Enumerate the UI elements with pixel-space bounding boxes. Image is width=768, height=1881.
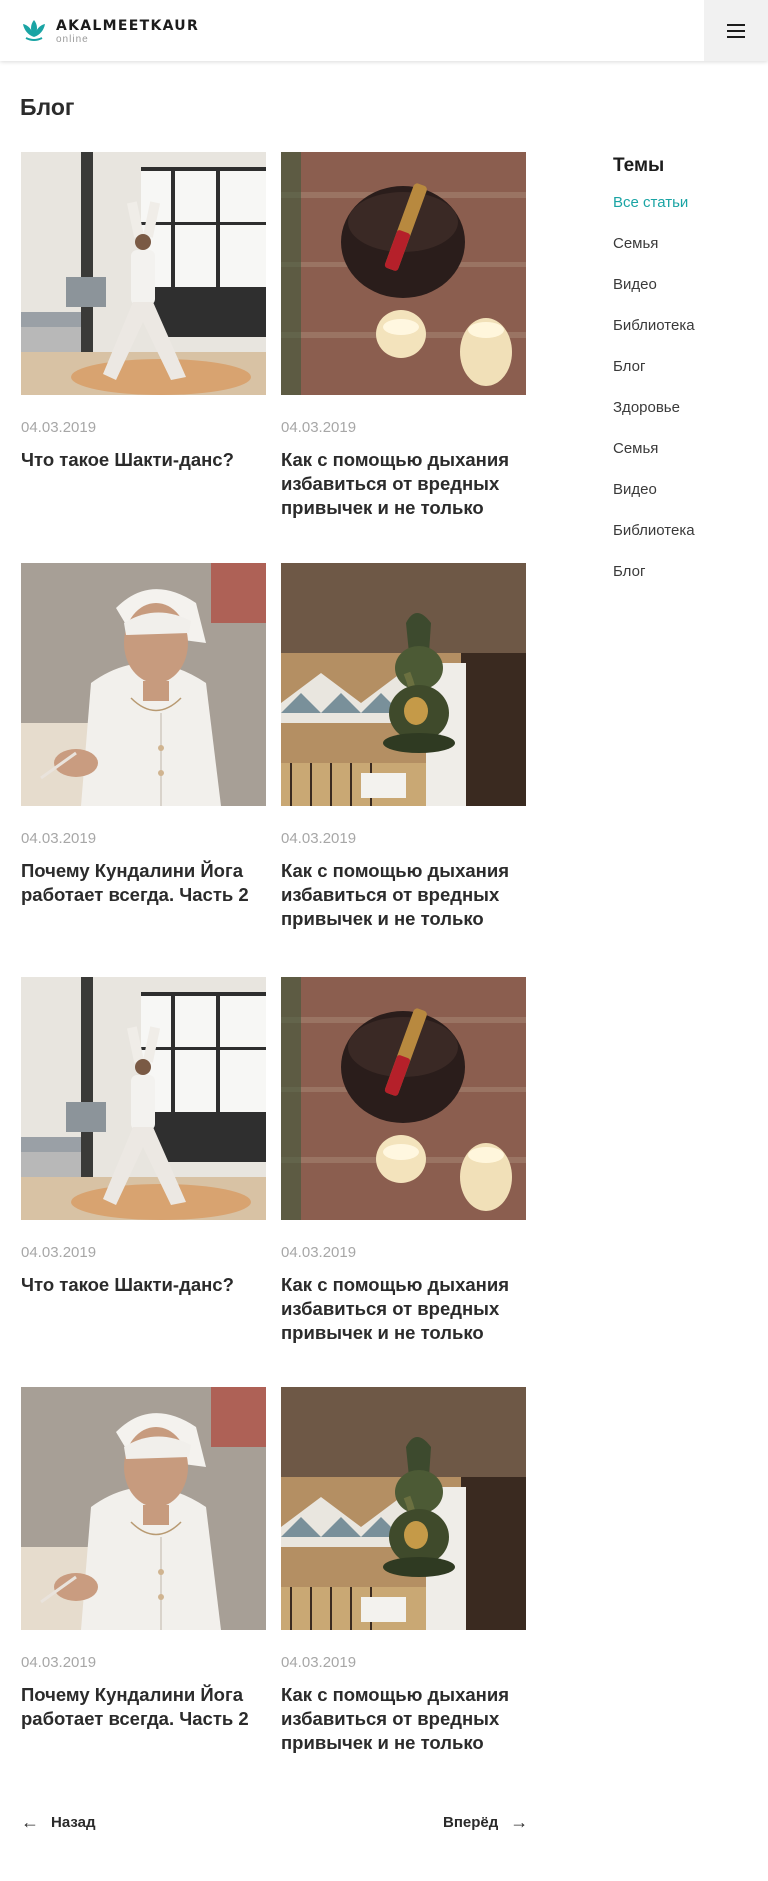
next-page-button[interactable]: Вперёд → (443, 1812, 528, 1833)
brand-logo[interactable]: AKALMEETKAUR online (20, 16, 199, 45)
post-title-link[interactable]: Почему Кундалини Йога работает всегда. Ч… (21, 1683, 266, 1731)
post-date: 04.03.2019 (281, 1654, 357, 1671)
post-card[interactable]: 04.03.2019 Как с помощью дыхания избавит… (281, 563, 526, 931)
prev-page-button[interactable]: ← Назад (21, 1812, 95, 1833)
topic-link-family[interactable]: Семья (613, 440, 753, 481)
menu-button[interactable] (704, 0, 768, 61)
post-card[interactable]: 04.03.2019 Что такое Шакти-данс? (21, 152, 266, 472)
hamburger-icon (727, 23, 745, 39)
post-date: 04.03.2019 (21, 419, 97, 436)
topics-heading: Темы (613, 155, 665, 176)
post-card[interactable]: 04.03.2019 Как с помощью дыхания избавит… (281, 977, 526, 1345)
topic-link-blog[interactable]: Блог (613, 358, 753, 399)
post-title-link[interactable]: Как с помощью дыхания избавиться от вред… (281, 859, 526, 931)
topic-link-health[interactable]: Здоровье (613, 399, 753, 440)
lotus-icon (23, 20, 45, 41)
singing-bowl-candles-photo[interactable] (281, 152, 526, 395)
singing-bowl-candles-photo[interactable] (281, 977, 526, 1220)
topic-link-library[interactable]: Библиотека (613, 317, 753, 358)
post-title-link[interactable]: Как с помощью дыхания избавиться от вред… (281, 1273, 526, 1345)
meditation-woman-photo[interactable] (21, 563, 266, 806)
brand-name: AKALMEETKAUR (56, 18, 200, 34)
site-header: AKALMEETKAUR online (0, 0, 768, 61)
ganesha-statue-photo[interactable] (281, 563, 526, 806)
topic-link-blog[interactable]: Блог (613, 563, 753, 604)
topic-link-all[interactable]: Все статьи (613, 194, 753, 235)
post-card[interactable]: 04.03.2019 Что такое Шакти-данс? (21, 977, 266, 1297)
post-date: 04.03.2019 (21, 1654, 97, 1671)
post-title-link[interactable]: Почему Кундалини Йога работает всегда. Ч… (21, 859, 266, 907)
arrow-right-icon: → (510, 1812, 529, 1832)
topic-link-video[interactable]: Видео (613, 276, 753, 317)
post-title-link[interactable]: Как с помощью дыхания избавиться от вред… (281, 1683, 526, 1755)
brand-subtitle: online (56, 34, 89, 45)
topic-link-video[interactable]: Видео (613, 481, 753, 522)
yoga-pose-photo[interactable] (21, 152, 266, 395)
post-card[interactable]: 04.03.2019 Как с помощью дыхания избавит… (281, 152, 526, 520)
arrow-left-icon: ← (21, 1812, 39, 1832)
topic-link-library[interactable]: Библиотека (613, 522, 753, 563)
post-date: 04.03.2019 (281, 1244, 357, 1261)
post-date: 04.03.2019 (21, 1244, 97, 1261)
post-card[interactable]: 04.03.2019 Почему Кундалини Йога работае… (21, 1387, 266, 1731)
post-card[interactable]: 04.03.2019 Как с помощью дыхания избавит… (281, 1387, 526, 1755)
post-title-link[interactable]: Что такое Шакти-данс? (21, 1273, 266, 1297)
yoga-pose-photo[interactable] (21, 977, 266, 1220)
post-date: 04.03.2019 (281, 419, 357, 436)
ganesha-statue-photo[interactable] (281, 1387, 526, 1630)
post-date: 04.03.2019 (21, 830, 97, 847)
post-title-link[interactable]: Как с помощью дыхания избавиться от вред… (281, 448, 526, 520)
topic-link-family[interactable]: Семья (613, 235, 753, 276)
prev-page-label: Назад (51, 1814, 96, 1831)
post-date: 04.03.2019 (281, 830, 357, 847)
page-title: Блог (20, 94, 75, 120)
meditation-woman-photo[interactable] (21, 1387, 266, 1630)
next-page-label: Вперёд (443, 1814, 499, 1831)
post-card[interactable]: 04.03.2019 Почему Кундалини Йога работае… (21, 563, 266, 907)
topics-sidebar: Темы Все статьи Семья Видео Библиотека Б… (613, 155, 753, 604)
post-title-link[interactable]: Что такое Шакти-данс? (21, 448, 266, 472)
